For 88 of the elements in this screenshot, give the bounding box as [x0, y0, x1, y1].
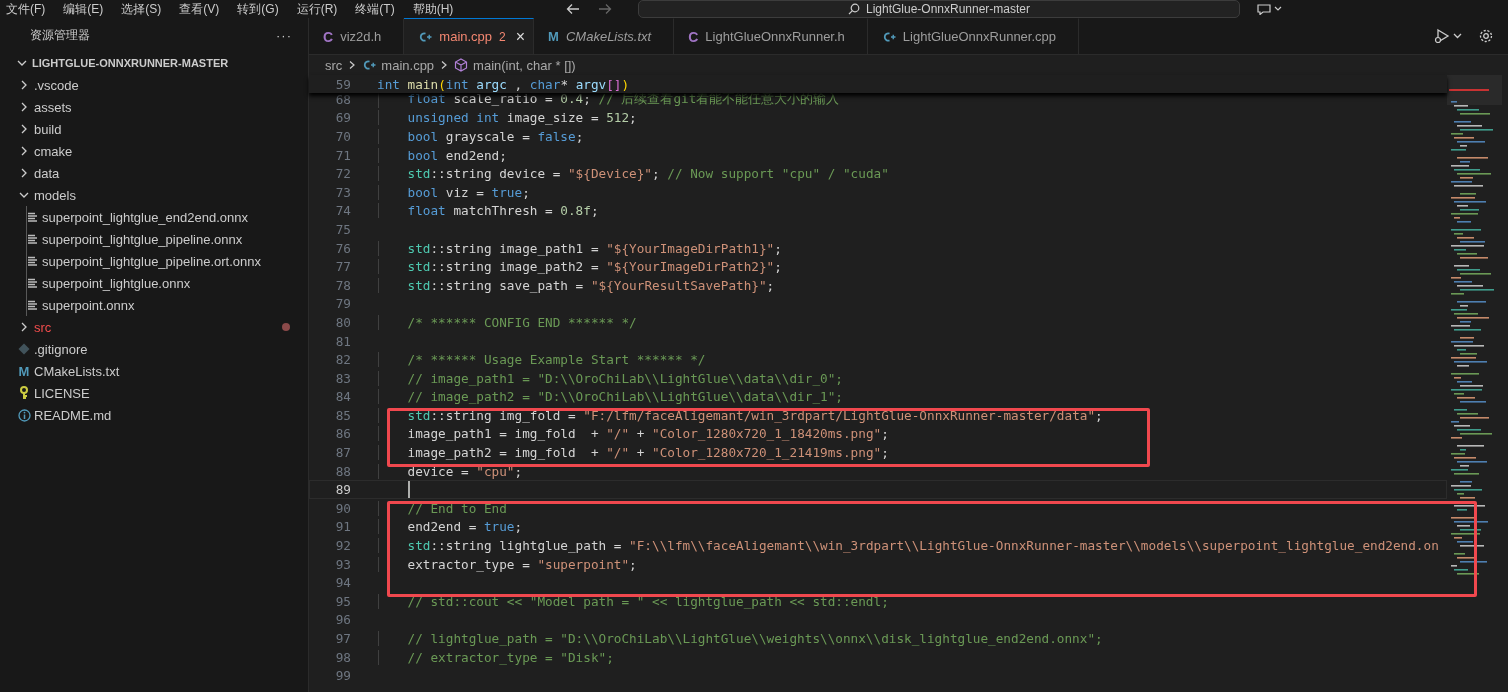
editor-tab[interactable]: C LightGlueOnnxRunner.h: [674, 18, 868, 54]
folder-item[interactable]: assets: [34, 99, 72, 115]
line-number: 82: [334, 352, 352, 368]
line-number: 76: [334, 240, 352, 256]
line-number: 74: [334, 203, 352, 219]
file-item[interactable]: .gitignore: [34, 341, 88, 357]
line-number: 71: [334, 147, 352, 163]
menu-item[interactable]: 转到(G): [237, 0, 279, 18]
line-number: 73: [334, 184, 352, 200]
menu-item[interactable]: 终端(T): [355, 0, 395, 18]
line-number: 83: [334, 370, 352, 386]
folder-item[interactable]: src: [34, 319, 52, 335]
line-number: 78: [334, 277, 352, 293]
file-item[interactable]: LICENSE: [34, 385, 90, 401]
line-number: 77: [334, 259, 352, 275]
line-number: 84: [334, 389, 352, 405]
key-icon: [19, 386, 29, 400]
file-item[interactable]: superpoint_lightglue_pipeline.onnx: [42, 231, 243, 247]
file-lines-icon: [26, 299, 38, 311]
file-lines-icon: [26, 255, 38, 267]
folder-item[interactable]: cmake: [34, 143, 73, 159]
line-number: 72: [334, 166, 352, 182]
folder-item[interactable]: models: [34, 187, 76, 203]
file-item[interactable]: superpoint_lightglue.onnx: [42, 275, 191, 291]
run-debug-icon[interactable]: [1434, 28, 1464, 44]
line-number: 86: [334, 426, 352, 442]
editor-tab[interactable]: LightGlueOnnxRunner.cpp: [867, 18, 1080, 54]
menu-item[interactable]: 选择(S): [121, 0, 162, 18]
line-number: 80: [334, 314, 352, 330]
line-number: 94: [334, 575, 352, 591]
cpp-file-icon: [418, 30, 433, 43]
menu-item[interactable]: 编辑(E): [63, 0, 104, 18]
menu-item[interactable]: 帮助(H): [412, 0, 454, 18]
settings-icon[interactable]: [1478, 28, 1494, 44]
line-number: 68: [334, 91, 352, 107]
back-arrow-icon[interactable]: [566, 3, 580, 15]
line-number: 98: [334, 649, 352, 665]
line-number: 70: [334, 129, 352, 144]
file-item[interactable]: README.md: [34, 407, 112, 423]
sidebar-title: 资源管理器: [30, 26, 90, 44]
file-item[interactable]: superpoint_lightglue_end2end.onnx: [42, 209, 248, 225]
editor-tab[interactable]: M CMakeLists.txt: [534, 18, 675, 54]
line-number: 97: [334, 631, 352, 646]
folder-item[interactable]: .vscode: [34, 77, 79, 93]
cube-icon: [454, 58, 469, 72]
folder-item[interactable]: build: [34, 121, 62, 137]
file-lines-icon: [26, 233, 38, 245]
breadcrumb-item[interactable]: main.cpp: [381, 57, 435, 73]
file-lines-icon: [26, 277, 38, 289]
line-number: 93: [334, 556, 352, 572]
line-number: 89: [334, 482, 352, 498]
line-number: 79: [334, 296, 352, 312]
line-number: 99: [334, 668, 352, 684]
cmake-file-icon: M: [18, 363, 30, 379]
menu-item[interactable]: 文件(F): [6, 0, 46, 18]
file-item[interactable]: CMakeLists.txt: [34, 363, 120, 379]
menu-item[interactable]: 查看(V): [179, 0, 220, 18]
workspace-folder[interactable]: LIGHTGLUE-ONNXRUNNER-MASTER: [32, 57, 229, 69]
editor-tab[interactable]: main.cpp 2 ×: [404, 18, 535, 54]
info-icon: [17, 408, 31, 422]
cpp-file-icon: [881, 30, 896, 43]
line-number: 91: [334, 519, 352, 535]
cpp-file-icon: [362, 59, 377, 71]
line-number: 92: [334, 538, 352, 554]
menu-item[interactable]: 运行(R): [296, 0, 338, 18]
search-icon: [847, 3, 860, 15]
diamond-icon: [18, 343, 30, 355]
modified-dot: [282, 323, 290, 331]
line-number: 69: [334, 110, 352, 126]
line-number: 81: [334, 333, 352, 349]
line-number: 85: [334, 407, 352, 423]
line-number: 95: [334, 593, 352, 609]
chat-icon[interactable]: [1256, 3, 1284, 15]
more-actions-button[interactable]: ···: [276, 27, 292, 43]
line-number: 87: [334, 445, 352, 461]
line-number: 88: [334, 463, 352, 479]
line-number: 90: [334, 500, 352, 516]
file-item[interactable]: superpoint.onnx: [42, 297, 135, 313]
line-number: 75: [334, 221, 352, 237]
file-lines-icon: [26, 211, 38, 223]
breadcrumb-item[interactable]: main(int, char * []): [473, 57, 576, 73]
line-number: 96: [334, 612, 352, 628]
folder-item[interactable]: data: [34, 165, 60, 181]
breadcrumb-item[interactable]: src: [325, 57, 343, 73]
file-item[interactable]: superpoint_lightglue_pipeline.ort.onnx: [42, 253, 261, 269]
command-center[interactable]: LightGlue-OnnxRunner-master: [638, 0, 1240, 18]
text-cursor: [408, 481, 410, 499]
forward-arrow-icon[interactable]: [598, 3, 612, 15]
